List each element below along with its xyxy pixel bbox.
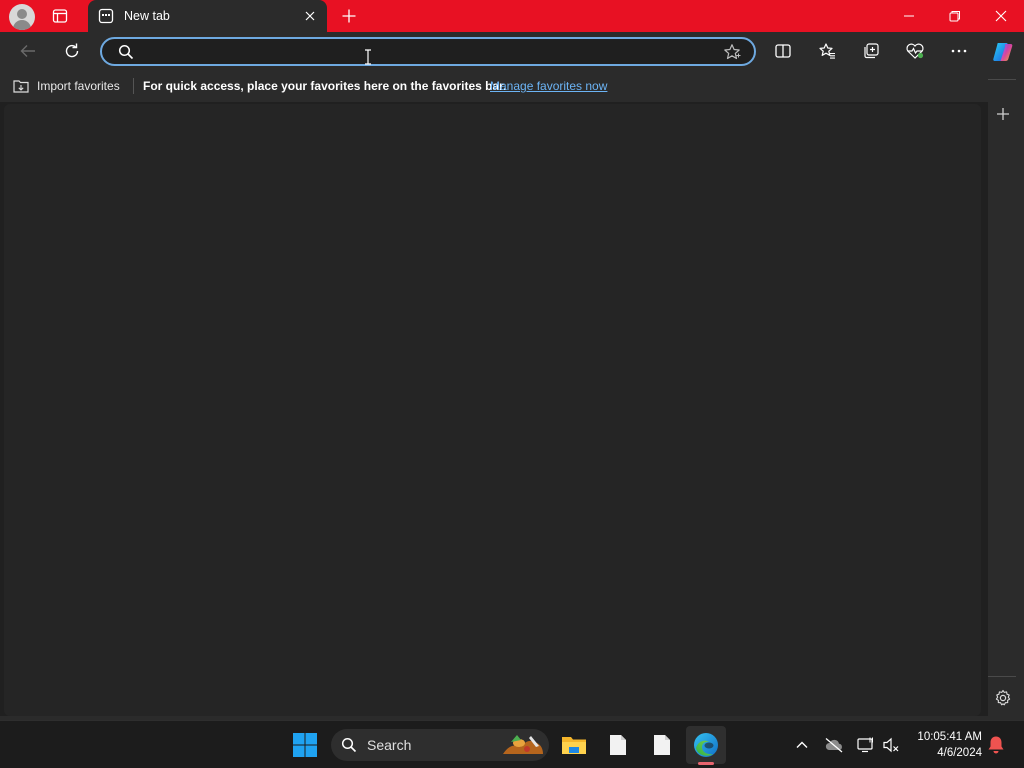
display-icon[interactable] bbox=[856, 735, 876, 755]
windows-taskbar: Search 10:05:41 AM 4/6/2024 bbox=[0, 720, 1024, 768]
edge-icon[interactable] bbox=[690, 729, 722, 761]
back-icon[interactable] bbox=[13, 36, 43, 66]
new-tab-icon[interactable] bbox=[338, 4, 360, 28]
collections-icon[interactable] bbox=[856, 36, 886, 66]
copilot-icon[interactable] bbox=[989, 38, 1017, 66]
more-options-icon[interactable] bbox=[944, 36, 974, 66]
split-screen-icon[interactable] bbox=[768, 36, 798, 66]
clock-time: 10:05:41 AM bbox=[917, 731, 982, 743]
search-icon bbox=[341, 737, 357, 758]
tab-title: New tab bbox=[124, 9, 170, 23]
document-icon[interactable] bbox=[602, 729, 634, 761]
address-input[interactable] bbox=[142, 42, 702, 62]
sidebar-divider bbox=[988, 676, 1016, 677]
favorites-bar: Import favorites For quick access, place… bbox=[0, 70, 988, 102]
tab-new-tab[interactable]: New tab bbox=[88, 0, 327, 32]
add-favorite-star-icon[interactable] bbox=[723, 43, 741, 66]
navigation-toolbar bbox=[0, 32, 988, 70]
import-favorites-icon bbox=[13, 80, 29, 93]
browser-essentials-icon[interactable] bbox=[900, 36, 930, 66]
title-bar: New tab bbox=[0, 0, 1024, 32]
new-tab-page-content[interactable] bbox=[4, 104, 981, 716]
add-icon[interactable] bbox=[992, 103, 1014, 125]
manage-favorites-link[interactable]: Manage favorites now bbox=[490, 79, 607, 93]
taskbar-search-box[interactable]: Search bbox=[331, 729, 549, 761]
volume-muted-icon[interactable] bbox=[881, 735, 901, 755]
document-icon[interactable] bbox=[646, 729, 678, 761]
tab-favicon-icon bbox=[98, 8, 114, 24]
clock-date: 4/6/2024 bbox=[937, 747, 982, 759]
favorites-message: For quick access, place your favorites h… bbox=[143, 79, 507, 93]
import-favorites-button[interactable]: Import favorites bbox=[12, 77, 120, 95]
favorites-divider bbox=[133, 78, 134, 94]
minimize-icon[interactable] bbox=[886, 0, 932, 32]
search-highlight-art-icon bbox=[503, 735, 543, 754]
sidebar-divider bbox=[988, 79, 1016, 80]
text-cursor-icon bbox=[365, 49, 371, 65]
system-clock[interactable]: 10:05:41 AM 4/6/2024 bbox=[906, 729, 982, 761]
import-favorites-label: Import favorites bbox=[37, 79, 120, 93]
taskbar-search-label: Search bbox=[367, 737, 412, 753]
restore-icon[interactable] bbox=[932, 0, 978, 32]
file-explorer-icon[interactable] bbox=[558, 729, 590, 761]
windows-start-icon[interactable] bbox=[292, 732, 318, 758]
chevron-up-icon[interactable] bbox=[792, 735, 812, 755]
search-icon bbox=[118, 44, 134, 65]
tab-actions-icon[interactable] bbox=[48, 4, 72, 28]
favorites-icon[interactable] bbox=[812, 36, 842, 66]
notification-bell-icon[interactable] bbox=[987, 735, 1005, 755]
refresh-icon[interactable] bbox=[57, 36, 87, 66]
address-bar[interactable] bbox=[100, 37, 756, 66]
edge-sidebar bbox=[988, 32, 1024, 720]
tab-close-icon[interactable] bbox=[302, 8, 318, 24]
close-window-icon[interactable] bbox=[978, 0, 1024, 32]
settings-gear-icon[interactable] bbox=[991, 686, 1015, 710]
profile-avatar-icon[interactable] bbox=[9, 4, 35, 30]
active-app-indicator bbox=[698, 762, 714, 765]
cloud-offline-icon[interactable] bbox=[824, 735, 844, 755]
